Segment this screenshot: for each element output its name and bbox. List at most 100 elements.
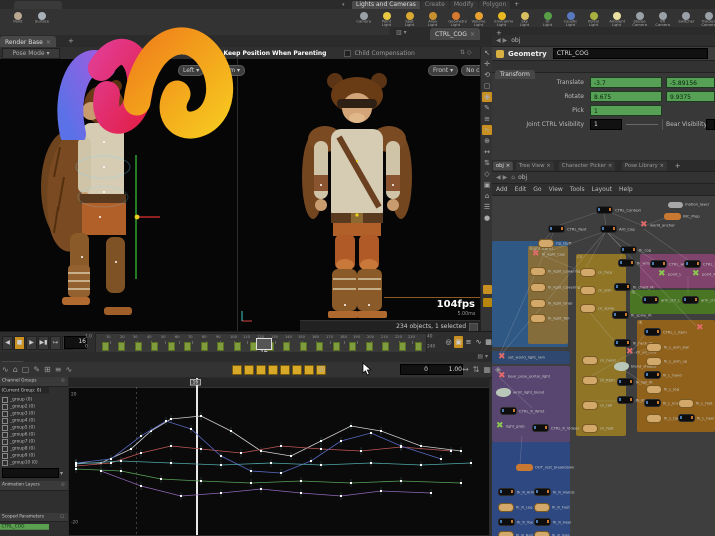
network-node[interactable]: CTRL_Rest <box>548 225 598 233</box>
network-node[interactable]: fk_R_Foot <box>534 503 581 512</box>
anim-value1-field[interactable]: 0 <box>400 364 429 375</box>
home-icon[interactable]: ⌂ <box>511 174 515 181</box>
param-field[interactable]: -5.89156 <box>666 77 715 88</box>
set-key-button[interactable] <box>292 365 302 375</box>
network-node[interactable]: ✖ fk_light_Cog <box>532 250 578 259</box>
network-tab-tree-view[interactable]: Tree View × <box>516 161 554 170</box>
param-field[interactable]: 8.675 <box>590 91 662 102</box>
keyframe-block[interactable] <box>283 342 290 351</box>
keyframe-block[interactable] <box>167 342 175 351</box>
nav-back-icon[interactable]: ◀ <box>496 37 501 44</box>
keyframe-block[interactable] <box>299 342 307 351</box>
menu-help[interactable]: Help <box>619 186 633 193</box>
network-node[interactable]: ✖ world_anchor <box>640 221 690 230</box>
chevron-down-icon[interactable]: ▾ <box>60 470 63 477</box>
network-node[interactable]: CTRL_Context <box>596 206 657 214</box>
set-key-button[interactable] <box>256 365 266 375</box>
nav-back-icon[interactable]: ◀ <box>496 174 501 181</box>
network-node[interactable]: fk_spine_IK <box>612 311 664 319</box>
transport-button[interactable]: ↦ <box>50 336 61 350</box>
viewport-tool-icon[interactable]: ◉ <box>482 92 492 102</box>
channel-group-row[interactable]: _group4 (0) <box>0 417 68 424</box>
network-node[interactable]: CTRL_R_Videos <box>532 424 596 432</box>
gear-icon[interactable]: ⊙ <box>61 378 65 383</box>
param-field[interactable]: 1 <box>590 105 662 116</box>
params-pane-tab[interactable]: CTRL_COG × <box>430 28 480 40</box>
menu-tools[interactable]: Tools <box>570 186 585 193</box>
node-name-field[interactable]: CTRL_COG <box>552 48 708 59</box>
anim-tool-icon[interactable]: ✎ <box>33 365 40 374</box>
keyframe-block[interactable] <box>151 342 158 351</box>
anim-view-icon[interactable]: ▦ <box>483 365 491 374</box>
close-icon[interactable]: × <box>470 31 475 38</box>
network-node[interactable]: fk_L_foot <box>678 399 715 408</box>
network-node[interactable]: CTRL_L_item <box>644 328 701 336</box>
network-node[interactable]: ✖ set_world_light_rain <box>498 353 567 362</box>
channel-group-row[interactable]: _group3 (0) <box>0 410 68 417</box>
viewport-tool-icon[interactable]: ◇ <box>482 169 492 179</box>
shelf-tab-modify[interactable]: Modify <box>449 1 478 9</box>
channel-group-row[interactable]: _group5 (0) <box>0 424 68 431</box>
current-group-row[interactable]: (Current Group: 0) <box>0 387 49 394</box>
mode-dropdown[interactable]: Pose Mode ▾ <box>2 48 60 59</box>
viewport-tool-icon[interactable]: ∿ <box>482 125 492 135</box>
pane-menu-icon[interactable]: ▤ ▾ <box>477 353 488 360</box>
network-tab-obj[interactable]: obj × <box>493 161 513 170</box>
snap-toggle-icon[interactable] <box>482 285 492 294</box>
current-frame-field[interactable]: 16 <box>64 336 87 349</box>
anim-tool-icon[interactable]: ▢ <box>22 365 30 374</box>
set-key-button[interactable] <box>244 365 254 375</box>
playbar-icon[interactable]: ▦ <box>484 336 493 348</box>
network-node[interactable]: ✖ <box>696 324 704 333</box>
viewport-tool-icon[interactable]: ≡ <box>482 114 492 124</box>
keyframe-block[interactable] <box>365 342 373 351</box>
anim-value2-field[interactable]: 1.00 <box>428 364 463 375</box>
transport-button[interactable]: ▶▮ <box>38 336 49 350</box>
network-node[interactable]: fk_cog <box>620 246 658 254</box>
viewport-tool-icon[interactable]: ✎ <box>482 103 492 113</box>
keyframe-block[interactable] <box>415 342 422 351</box>
set-key-button[interactable] <box>232 365 242 375</box>
network-node[interactable]: fk_L_leg <box>646 385 688 394</box>
viewport-tool-icon[interactable]: ⌂ <box>482 191 492 201</box>
menu-edit[interactable]: Edit <box>515 186 527 193</box>
keyframe-block[interactable] <box>398 342 406 351</box>
network-node[interactable]: rig_stuff <box>538 239 580 248</box>
viewport-tool-icon[interactable]: ☰ <box>482 202 492 212</box>
param-vis-field[interactable]: 1 <box>590 119 622 130</box>
timeline-ruler[interactable]: 1020304050607080901001101201301401501601… <box>95 333 427 354</box>
transport-button[interactable]: ■ <box>14 336 25 350</box>
shelf-tool-surface[interactable]: Surface <box>30 10 54 34</box>
network-node[interactable]: fk_L_arm_up <box>646 357 701 366</box>
shelf-tab-add[interactable]: + <box>511 1 522 9</box>
toggle-child-compensation[interactable]: Child Compensation <box>344 49 415 57</box>
anim-view-icon[interactable]: ↔ <box>462 365 469 374</box>
pane-split-icon[interactable]: ▥ ▾ <box>396 29 407 36</box>
viewport-tool-icon[interactable]: ⟲ <box>482 70 492 80</box>
keyframe-block[interactable] <box>332 342 340 351</box>
network-node[interactable]: AIO_Cog <box>600 225 644 233</box>
shelf-tab-create[interactable]: Create <box>420 1 449 9</box>
channel-group-row[interactable]: _group10 (0) <box>0 459 68 466</box>
opbar-end-icons[interactable]: ⇅ ◇ <box>460 49 472 56</box>
keyframe-block[interactable] <box>101 342 109 351</box>
viewport-tool-icon[interactable]: ↖ <box>482 48 492 58</box>
network-node[interactable]: OUT_rest_breakdown <box>516 464 598 471</box>
channel-group-row[interactable]: _group (0) <box>0 396 68 403</box>
viewport-tool-icon[interactable]: ⊕ <box>482 136 492 146</box>
viewport-tool-icon[interactable]: ⇅ <box>482 158 492 168</box>
status-expand-button[interactable] <box>469 323 478 331</box>
playbar-icon[interactable]: ≡ <box>464 336 473 348</box>
shelf-menu-arrow[interactable]: ▾ <box>342 2 345 8</box>
network-node[interactable]: fk_R_Heel <box>534 518 582 526</box>
shelf-tab-polygon[interactable]: Polygon <box>478 1 511 9</box>
viewport-tool-icon[interactable]: ↔ <box>482 147 492 157</box>
channel-group-row[interactable]: _group2 (0) <box>0 403 68 410</box>
shelf-tool-camera[interactable]: Camera <box>352 10 375 34</box>
set-key-button[interactable] <box>280 365 290 375</box>
network-node[interactable]: CTRL_R_Wrist <box>500 407 560 415</box>
param-field[interactable]: 9.9375 <box>666 91 715 102</box>
network-node[interactable]: arm_ctrl_R <box>682 296 715 304</box>
menu-add[interactable]: Add <box>496 186 508 193</box>
keyframe-block[interactable] <box>200 342 208 351</box>
